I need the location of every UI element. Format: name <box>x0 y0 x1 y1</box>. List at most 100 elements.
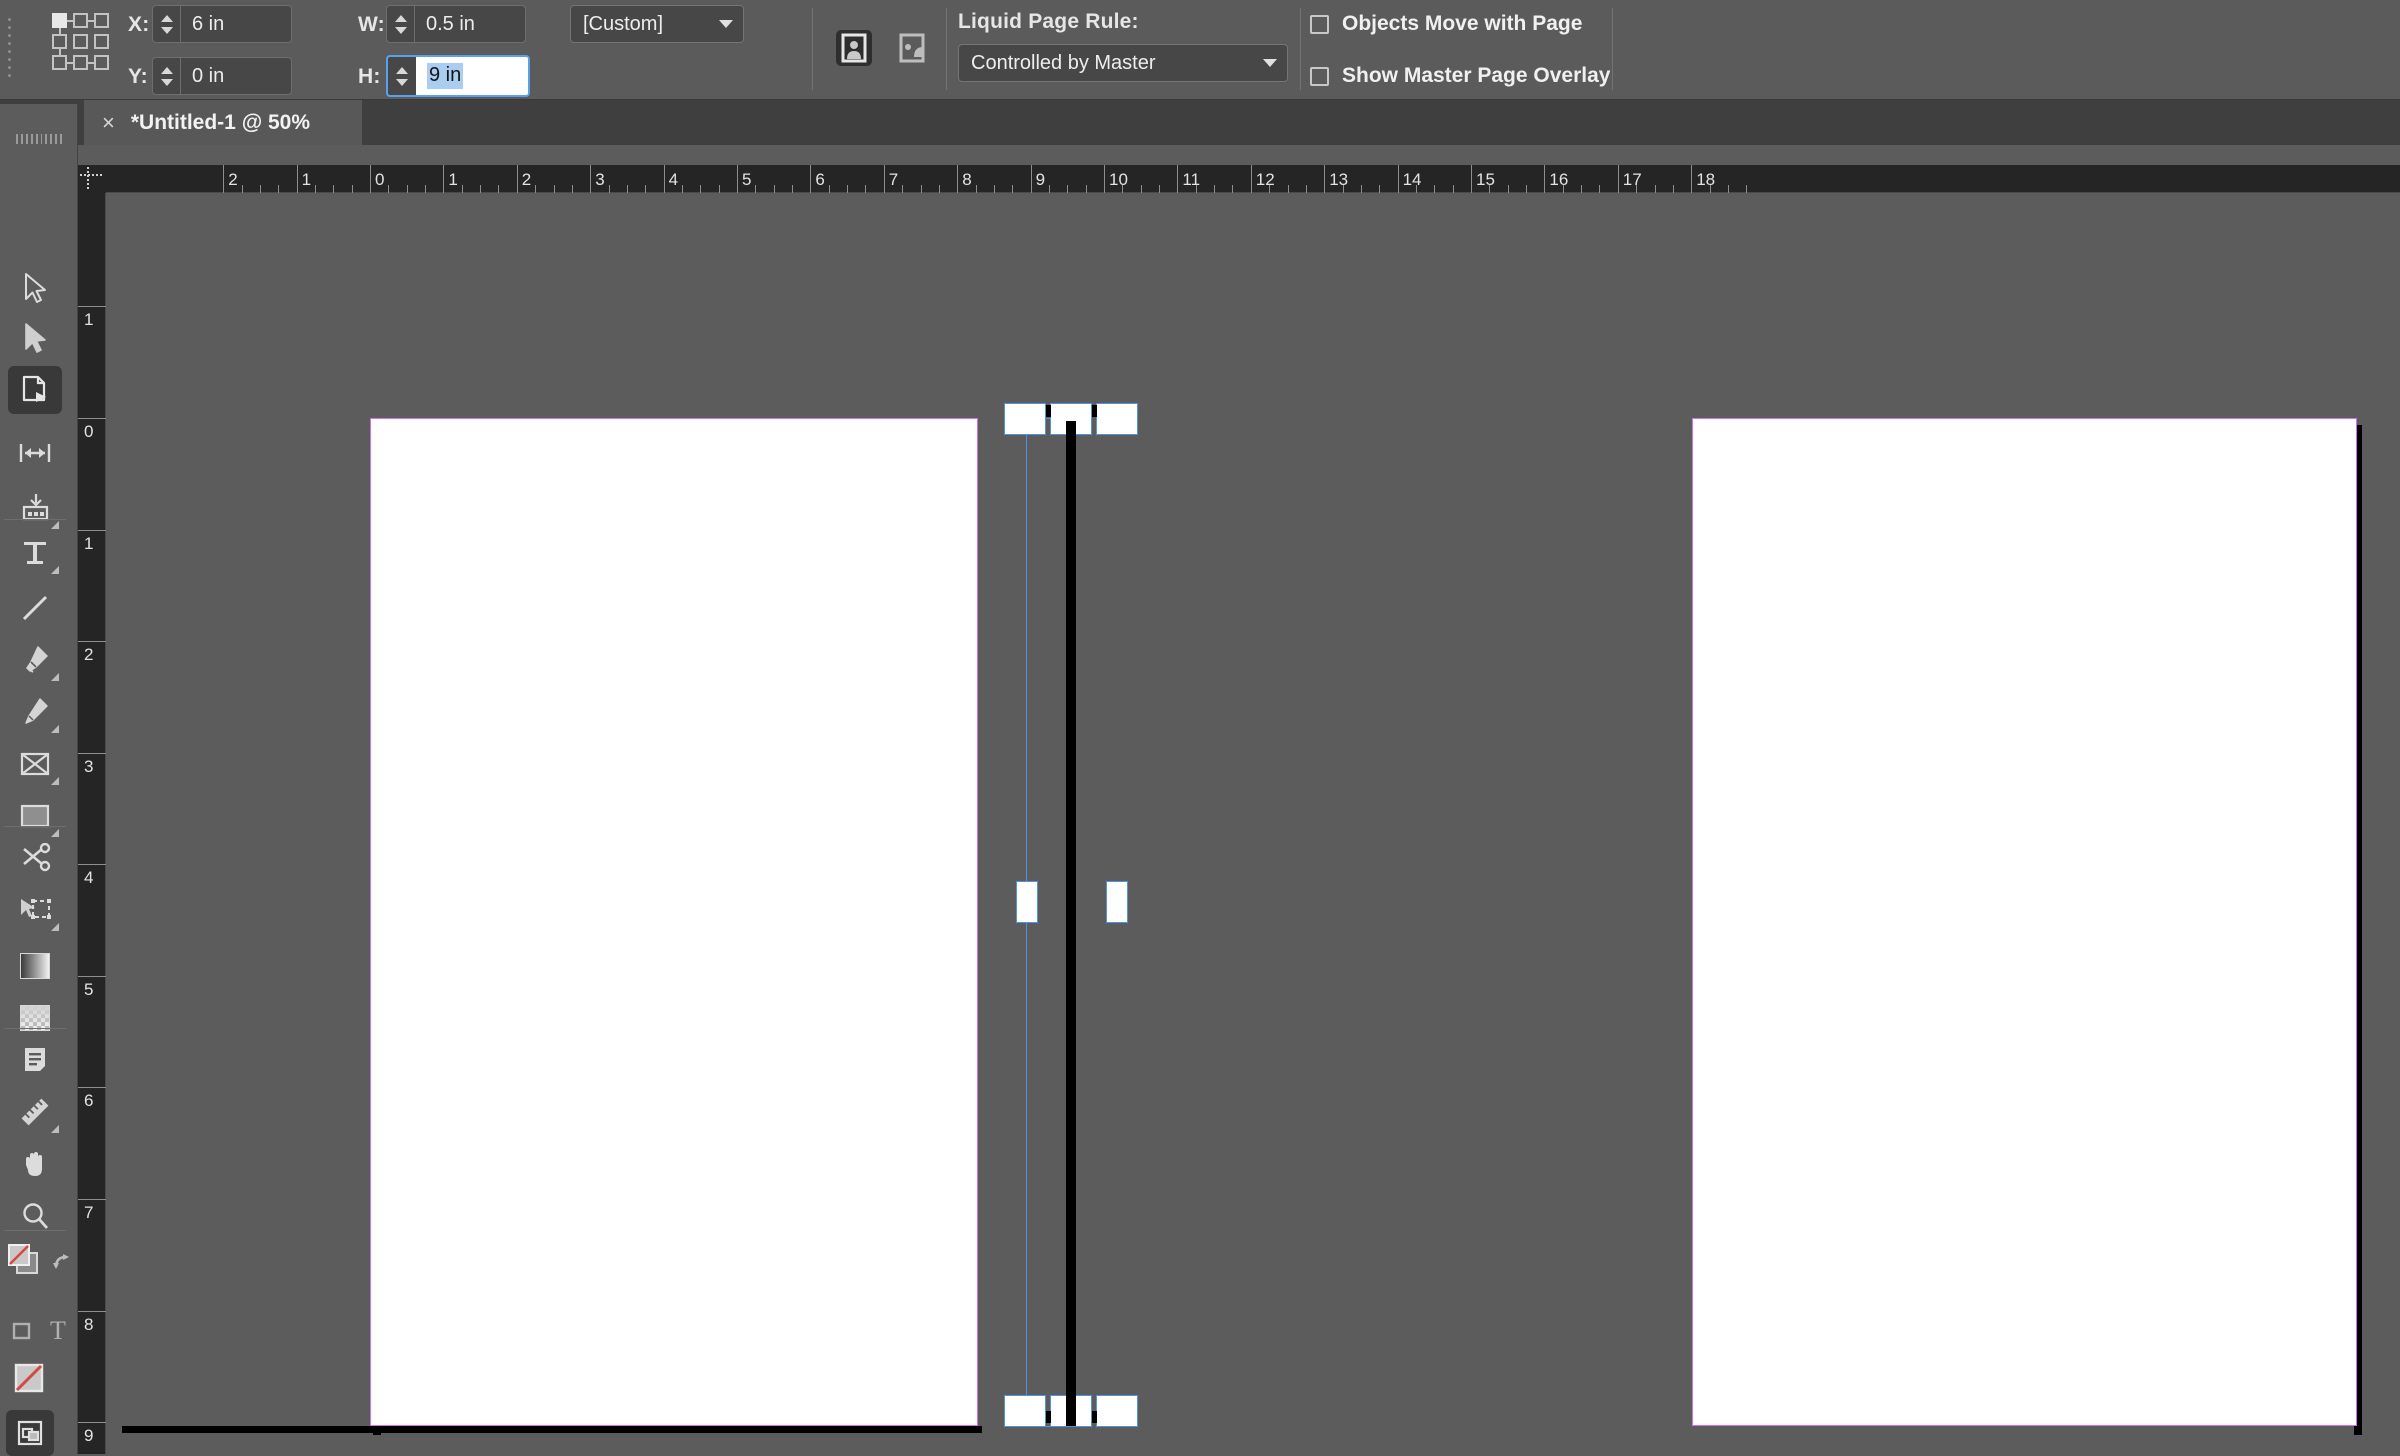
ruler-tick-minor <box>719 185 720 193</box>
ruler-label: 1 <box>448 171 457 188</box>
tools-panel-grip[interactable] <box>16 134 62 144</box>
ruler-tick-minor <box>1049 185 1050 193</box>
x-value[interactable]: 6 in <box>181 6 291 42</box>
line-tool[interactable] <box>8 584 62 632</box>
selection-handle-middle-right[interactable] <box>1106 881 1128 923</box>
document-tab[interactable]: × *Untitled-1 @ 50% <box>84 100 362 145</box>
ruler-label: 11 <box>1182 171 1200 188</box>
reference-point-proxy[interactable] <box>52 13 108 69</box>
ref-point-middle-right[interactable] <box>94 34 109 49</box>
formatting-affects-container-button[interactable] <box>6 1316 38 1346</box>
page-size-preset-dropdown[interactable]: [Custom] <box>570 5 744 43</box>
fill-stroke-swatch[interactable] <box>4 1240 48 1280</box>
x-field-label: X: <box>128 13 149 37</box>
ref-point-bottom-right[interactable] <box>94 55 109 70</box>
objects-move-with-page-row[interactable]: Objects Move with Page <box>1310 12 1582 36</box>
scissors-tool[interactable] <box>8 834 62 882</box>
h-field[interactable]: 9 in <box>386 55 530 97</box>
ref-point-middle-left[interactable] <box>52 34 67 49</box>
frame-tool[interactable] <box>8 740 62 788</box>
ruler-label: 12 <box>1256 171 1275 188</box>
gap-tool[interactable] <box>8 429 62 477</box>
left-page[interactable] <box>370 418 978 1426</box>
free-transform-icon <box>18 895 52 925</box>
y-value[interactable]: 0 in <box>181 58 291 94</box>
control-bar-grip[interactable] <box>8 18 14 82</box>
apply-none-button[interactable] <box>6 1356 54 1402</box>
landscape-orientation-button[interactable] <box>894 30 930 66</box>
content-collector-tool[interactable] <box>8 484 62 532</box>
ref-point-top-center[interactable] <box>73 13 88 28</box>
formatting-affects-text-button[interactable]: T <box>42 1316 74 1346</box>
selection-handle-top-left[interactable] <box>1004 403 1046 435</box>
ref-point-top-left[interactable] <box>52 13 67 28</box>
note-tool[interactable] <box>8 1036 62 1084</box>
ruler-tick-major <box>1618 165 1619 193</box>
rectangle-tool[interactable] <box>8 792 62 840</box>
zoom-tool[interactable] <box>8 1192 62 1240</box>
show-master-page-overlay-checkbox[interactable] <box>1310 67 1329 86</box>
ruler-tick-minor <box>388 185 389 193</box>
selection-handle-bottom-left[interactable] <box>1004 1395 1046 1427</box>
ruler-label: 3 <box>84 758 93 775</box>
ruler-tick-minor <box>278 185 279 193</box>
show-master-page-overlay-row[interactable]: Show Master Page Overlay <box>1310 64 1610 88</box>
right-page[interactable] <box>1692 418 2357 1426</box>
portrait-orientation-button[interactable] <box>836 30 872 66</box>
liquid-page-rule-value: Controlled by Master <box>971 52 1255 75</box>
ruler-tick-minor <box>1710 185 1711 193</box>
ruler-label: 10 <box>1109 171 1128 188</box>
page-tool[interactable] <box>8 366 62 414</box>
objects-move-with-page-checkbox[interactable] <box>1310 15 1329 34</box>
ruler-tick-minor <box>1232 185 1233 193</box>
horizontal-ruler[interactable]: 210123456789101112131415161718 <box>78 165 2400 193</box>
direct-selection-tool[interactable] <box>8 314 62 362</box>
ref-point-bottom-center[interactable] <box>73 55 88 70</box>
swap-fill-stroke-button[interactable] <box>50 1248 78 1276</box>
pencil-tool[interactable] <box>8 688 62 736</box>
close-icon[interactable]: × <box>102 112 115 134</box>
liquid-page-rule-dropdown[interactable]: Controlled by Master <box>958 44 1288 82</box>
x-field[interactable]: 6 in <box>152 5 292 43</box>
ruler-tick-major <box>78 530 106 531</box>
ruler-tick-minor <box>682 185 683 193</box>
vertical-ruler[interactable]: 10123456789 <box>78 193 106 1454</box>
y-stepper[interactable] <box>153 58 181 94</box>
pen-tool[interactable] <box>8 636 62 684</box>
screen-mode-button[interactable] <box>6 1410 54 1456</box>
tools-divider-2 <box>4 826 66 827</box>
gradient-feather-tool[interactable] <box>8 994 62 1042</box>
y-field[interactable]: 0 in <box>152 57 292 95</box>
selection-handle-middle-left[interactable] <box>1016 881 1038 923</box>
selection-handle-bottom-right[interactable] <box>1096 1395 1138 1427</box>
zero-point-marker[interactable] <box>78 165 106 193</box>
ruler-tick-minor <box>939 185 940 193</box>
ruler-tick-major <box>223 165 224 193</box>
ruler-tick-major <box>78 641 106 642</box>
document-canvas[interactable] <box>106 193 2400 1454</box>
h-stepper[interactable] <box>388 57 416 95</box>
ruler-tick-minor <box>755 185 756 193</box>
ruler-tick-major <box>1691 165 1692 193</box>
ruler-tick-minor <box>554 185 555 193</box>
ruler-tick-major <box>443 165 444 193</box>
ref-point-bottom-left[interactable] <box>52 55 67 70</box>
w-value[interactable]: 0.5 in <box>415 6 525 42</box>
hand-tool[interactable] <box>8 1140 62 1188</box>
selection-handle-top-right[interactable] <box>1096 403 1138 435</box>
ref-point-top-right[interactable] <box>94 13 109 28</box>
measure-tool[interactable] <box>8 1088 62 1136</box>
w-stepper[interactable] <box>387 6 415 42</box>
free-transform-tool[interactable] <box>8 886 62 934</box>
x-stepper[interactable] <box>153 6 181 42</box>
ruler-tick-major <box>1544 165 1545 193</box>
w-field[interactable]: 0.5 in <box>386 5 526 43</box>
type-tool[interactable] <box>8 529 62 577</box>
fill-stroke-icon <box>7 1243 45 1277</box>
ruler-tick-major <box>78 306 106 307</box>
gradient-swatch-tool[interactable] <box>8 942 62 990</box>
h-value[interactable]: 9 in <box>416 57 528 95</box>
ref-point-center[interactable] <box>73 34 88 49</box>
ruler-tick-major <box>78 864 106 865</box>
selection-tool[interactable] <box>8 264 62 312</box>
